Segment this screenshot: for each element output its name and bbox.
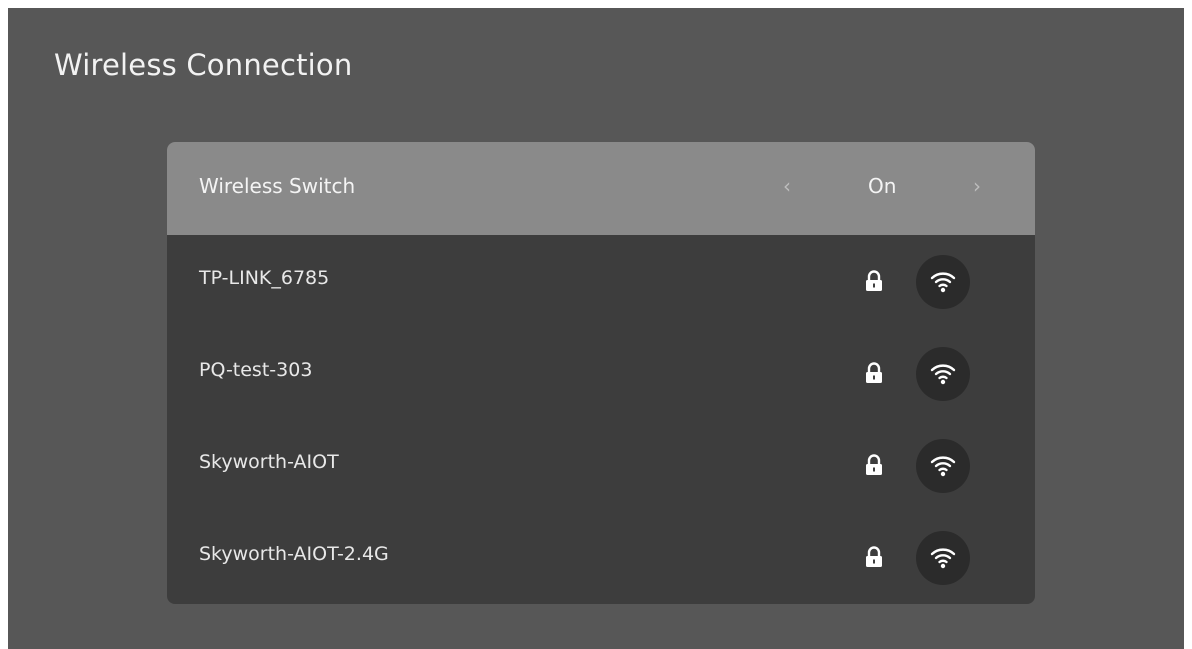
- network-item[interactable]: TP-LINK_6785: [167, 235, 1035, 327]
- network-item[interactable]: Skyworth-AIOT: [167, 419, 1035, 511]
- wifi-signal-icon: [916, 439, 970, 493]
- chevron-right-icon[interactable]: ›: [973, 174, 981, 198]
- lock-icon: [866, 362, 882, 383]
- chevron-left-icon[interactable]: ‹: [783, 174, 791, 198]
- wireless-switch-row[interactable]: Wireless Switch ‹ On ›: [167, 142, 1035, 235]
- wireless-switch-value: On: [868, 174, 897, 198]
- wifi-signal-icon: [916, 531, 970, 585]
- lock-icon: [866, 454, 882, 475]
- wireless-panel: Wireless Switch ‹ On › TP-LINK_6785 PQ-t…: [167, 142, 1035, 604]
- network-name: Skyworth-AIOT-2.4G: [199, 543, 389, 565]
- network-item[interactable]: Skyworth-AIOT-2.4G: [167, 511, 1035, 603]
- network-name: TP-LINK_6785: [199, 267, 330, 289]
- wifi-signal-icon: [916, 347, 970, 401]
- network-item[interactable]: PQ-test-303: [167, 327, 1035, 419]
- lock-icon: [866, 270, 882, 291]
- wifi-signal-icon: [916, 255, 970, 309]
- lock-icon: [866, 546, 882, 567]
- network-name: PQ-test-303: [199, 359, 313, 381]
- network-name: Skyworth-AIOT: [199, 451, 339, 473]
- network-list: TP-LINK_6785 PQ-test-303 Skyworth-AIOT S…: [167, 235, 1035, 603]
- settings-screen: Wireless Connection Wireless Switch ‹ On…: [8, 8, 1184, 649]
- wireless-switch-label: Wireless Switch: [199, 174, 356, 198]
- page-title: Wireless Connection: [54, 48, 353, 82]
